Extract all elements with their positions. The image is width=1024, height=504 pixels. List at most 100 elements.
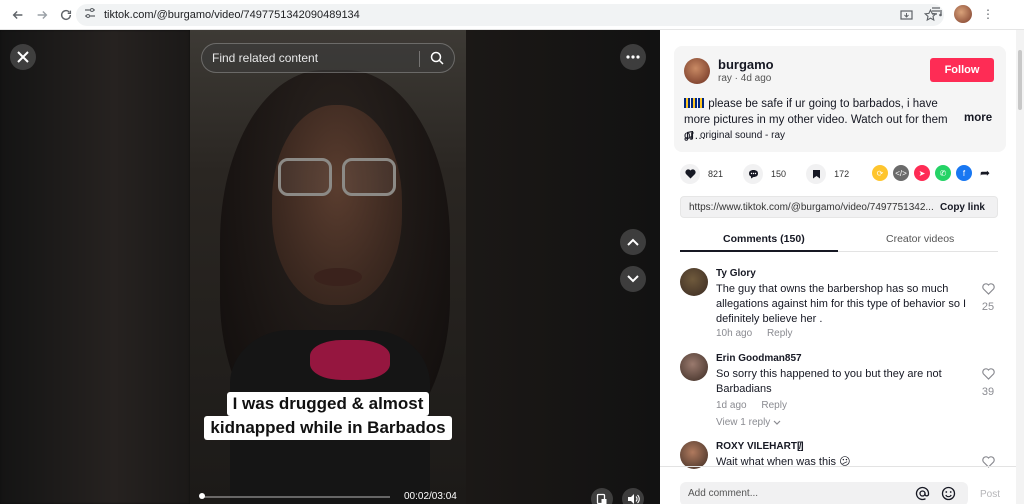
media-controls-icon[interactable] xyxy=(931,5,944,23)
comment-like-count: 25 xyxy=(981,301,995,313)
emoji-picker-icon[interactable] xyxy=(941,486,956,504)
address-bar[interactable]: tiktok.com/@burgamo/video/74977513420904… xyxy=(76,4,944,26)
send-icon[interactable]: ➤ xyxy=(914,165,930,181)
browser-menu-icon[interactable]: ⋮ xyxy=(982,7,994,21)
previous-video-button[interactable] xyxy=(620,229,646,255)
follow-button[interactable]: Follow xyxy=(930,58,994,82)
whatsapp-icon[interactable]: ✆ xyxy=(935,165,951,181)
comment-text: Wait what when was this 😕 xyxy=(716,455,970,470)
site-settings-icon[interactable] xyxy=(84,6,96,24)
more-description-link[interactable]: more xyxy=(964,112,992,124)
url-text[interactable]: tiktok.com/@burgamo/video/74977513420904… xyxy=(104,9,360,21)
volume-button[interactable] xyxy=(622,488,644,504)
more-options-button[interactable] xyxy=(620,44,646,70)
chevron-down-icon xyxy=(627,275,639,283)
commenter-name[interactable]: ROXY VILEHART[̸] xyxy=(716,441,804,452)
close-icon xyxy=(17,51,29,63)
composer-divider xyxy=(660,466,1016,467)
video-frame-lips xyxy=(314,268,362,286)
commenter-avatar[interactable] xyxy=(680,353,708,381)
related-search-input[interactable]: Find related content xyxy=(201,43,455,73)
chevron-down-icon xyxy=(773,420,781,425)
next-video-button[interactable] xyxy=(620,266,646,292)
add-comment-input[interactable]: Add comment... xyxy=(680,482,968,504)
comment-time: 1d ago xyxy=(716,400,747,411)
install-app-icon[interactable] xyxy=(898,7,914,23)
video-frame-glasses xyxy=(278,158,398,198)
volume-icon xyxy=(627,494,640,504)
save-action[interactable]: 172 xyxy=(806,164,849,184)
engagement-actions: 821 150 172 xyxy=(680,164,869,184)
facebook-icon[interactable]: f xyxy=(956,165,972,181)
comment-action[interactable]: 150 xyxy=(743,164,786,184)
floating-player-button[interactable] xyxy=(591,488,613,504)
view-replies-button[interactable]: View 1 reply xyxy=(716,417,781,428)
embed-code-icon[interactable]: </> xyxy=(893,165,909,181)
profile-avatar[interactable] xyxy=(954,5,972,23)
bookmark-icon[interactable] xyxy=(806,164,827,184)
heart-icon[interactable] xyxy=(680,164,700,184)
reply-button[interactable]: Reply xyxy=(767,328,793,339)
heart-outline-icon xyxy=(981,283,995,295)
comment-text: So sorry this happened to you but they a… xyxy=(716,368,942,395)
comment-like-button[interactable]: 39 xyxy=(978,367,998,398)
commenter-name[interactable]: Erin Goodman857 xyxy=(716,353,802,364)
caption-line-2: kidnapped while in Barbados xyxy=(204,416,452,440)
details-panel: burgamo ray · 4d ago Follow please be sa… xyxy=(660,30,1024,504)
sound-name[interactable]: original sound - ray xyxy=(700,130,785,141)
author-subtitle: ray · 4d ago xyxy=(718,73,772,84)
add-comment-placeholder: Add comment... xyxy=(688,488,759,499)
progress-bar[interactable] xyxy=(199,493,390,499)
author-avatar[interactable] xyxy=(684,58,710,84)
panel-scrollbar[interactable] xyxy=(1016,30,1024,504)
comment-text: The guy that owns the barbershop has so … xyxy=(716,283,967,325)
share-buttons: ⟳ </> ➤ ✆ f ➦ xyxy=(872,165,993,181)
like-action[interactable]: 821 xyxy=(680,164,723,184)
share-link-url[interactable]: https://www.tiktok.com/@burgamo/video/74… xyxy=(689,202,934,213)
commenter-name[interactable]: Ty Glory xyxy=(716,268,756,279)
comment-count: 150 xyxy=(771,169,787,179)
video-frame-shirt-print xyxy=(310,340,390,380)
active-tab-indicator xyxy=(680,250,838,252)
comment-bubble-icon[interactable] xyxy=(743,164,764,184)
close-video-button[interactable] xyxy=(10,44,36,70)
comment-like-button[interactable] xyxy=(978,455,998,473)
video-caption: I was drugged & almost kidnapped while i… xyxy=(192,392,464,440)
heart-outline-icon xyxy=(981,368,995,380)
tab-comments[interactable]: Comments (150) xyxy=(723,233,805,245)
reload-icon[interactable] xyxy=(54,3,78,27)
view-replies-label[interactable]: View 1 reply xyxy=(716,417,770,428)
commenter-avatar[interactable] xyxy=(680,441,708,469)
related-search-placeholder: Find related content xyxy=(212,51,319,65)
comment-meta: 10h ago Reply xyxy=(716,328,805,339)
caption-line-1: I was drugged & almost xyxy=(226,392,430,416)
comment-like-button[interactable]: 25 xyxy=(978,282,998,313)
sound-link[interactable]: original sound - ray xyxy=(684,130,785,141)
chevron-up-icon xyxy=(627,238,639,246)
forward-icon[interactable] xyxy=(30,3,54,27)
panel-tabs: Comments (150) Creator videos xyxy=(680,230,998,252)
search-divider xyxy=(419,51,420,67)
reply-button[interactable]: Reply xyxy=(761,400,787,411)
save-count: 172 xyxy=(834,169,850,179)
commenter-avatar[interactable] xyxy=(680,268,708,296)
music-note-icon xyxy=(684,130,694,141)
scrollbar-thumb[interactable] xyxy=(1018,50,1022,110)
video-stage: Find related content I was drugged & alm… xyxy=(0,30,660,504)
copy-link-button[interactable]: Copy link xyxy=(940,202,985,213)
browser-toolbar: tiktok.com/@burgamo/video/74977513420904… xyxy=(0,0,1024,30)
search-icon[interactable] xyxy=(430,51,444,70)
comment-like-count: 39 xyxy=(981,386,995,398)
tab-creator-videos[interactable]: Creator videos xyxy=(886,233,954,245)
like-count: 821 xyxy=(708,169,724,179)
blurred-background-left xyxy=(0,30,190,504)
playback-time: 00:02/03:04 xyxy=(404,491,457,502)
repost-icon[interactable]: ⟳ xyxy=(872,165,888,181)
post-comment-button[interactable]: Post xyxy=(980,489,1000,500)
comment-meta: 1d ago Reply xyxy=(716,400,799,411)
back-icon[interactable] xyxy=(6,3,30,27)
share-arrow-icon[interactable]: ➦ xyxy=(977,165,993,181)
author-name[interactable]: burgamo xyxy=(718,57,774,72)
mention-icon[interactable] xyxy=(915,486,930,504)
share-link-box: https://www.tiktok.com/@burgamo/video/74… xyxy=(680,196,998,218)
